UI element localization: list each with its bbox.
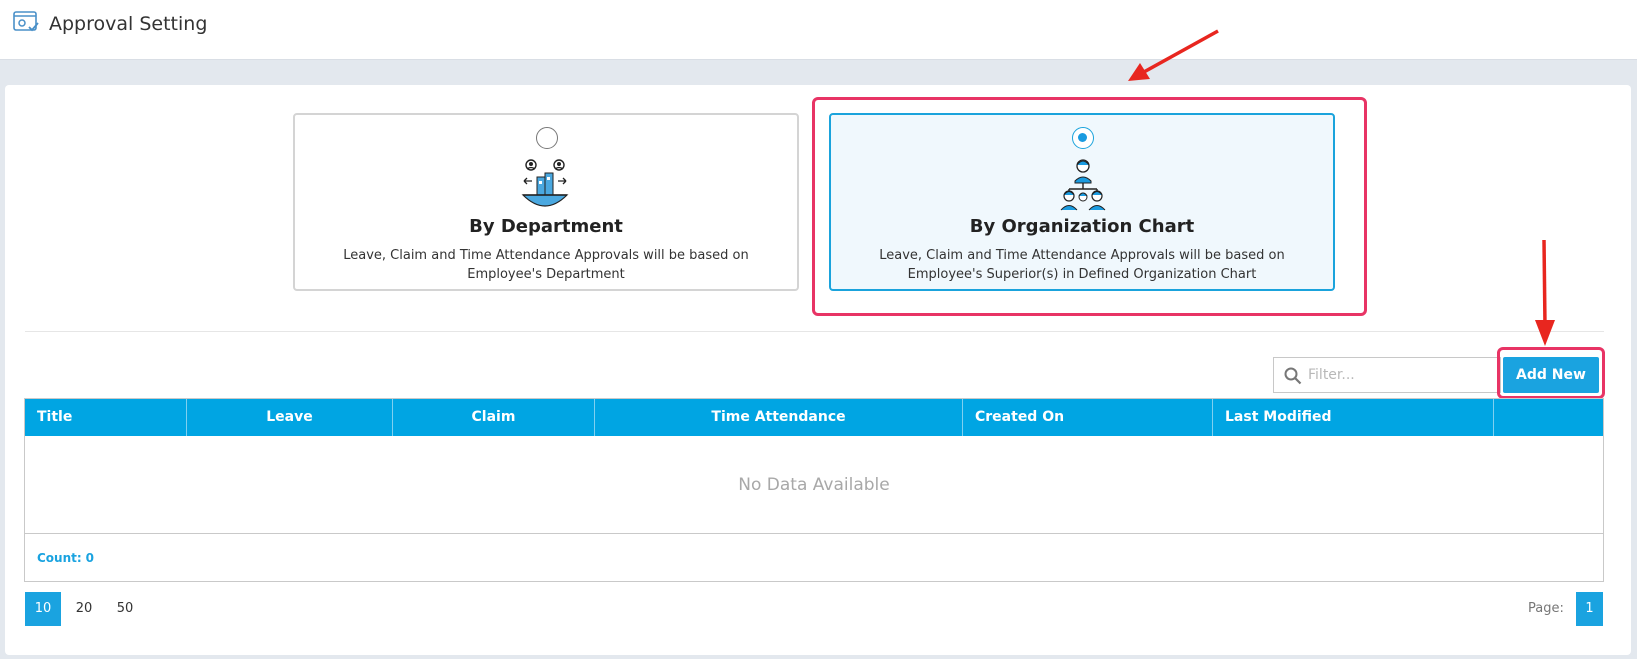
grid-header: Title Leave Claim Time Attendance Create… bbox=[25, 399, 1603, 436]
approval-grid: Title Leave Claim Time Attendance Create… bbox=[24, 398, 1604, 582]
page-label: Page: bbox=[1528, 601, 1564, 616]
option-title: By Organization Chart bbox=[969, 216, 1195, 237]
column-header-last-modified[interactable]: Last Modified bbox=[1213, 399, 1494, 436]
filter-field[interactable] bbox=[1273, 357, 1501, 393]
section-divider bbox=[25, 331, 1604, 332]
option-title: By Department bbox=[469, 216, 623, 237]
radio-by-organization-chart[interactable] bbox=[1072, 127, 1094, 149]
column-header-leave[interactable]: Leave bbox=[187, 399, 393, 436]
option-by-department[interactable]: By Department Leave, Claim and Time Atte… bbox=[293, 113, 799, 291]
column-header-actions bbox=[1494, 399, 1603, 436]
column-header-claim[interactable]: Claim bbox=[393, 399, 595, 436]
add-new-button[interactable]: Add New bbox=[1503, 357, 1599, 393]
page-size-50[interactable]: 50 bbox=[107, 592, 143, 626]
page-size-20[interactable]: 20 bbox=[66, 592, 102, 626]
filter-input[interactable] bbox=[1308, 364, 1488, 386]
record-count: Count: 0 bbox=[37, 551, 94, 565]
count-value: 0 bbox=[85, 551, 95, 565]
radio-by-department[interactable] bbox=[536, 127, 558, 149]
search-icon bbox=[1284, 367, 1302, 385]
page-title: Approval Setting bbox=[49, 13, 208, 35]
org-chart-icon bbox=[1060, 159, 1106, 211]
count-label: Count: bbox=[37, 551, 82, 565]
option-description: Leave, Claim and Time Attendance Approva… bbox=[343, 248, 749, 282]
page-number-button[interactable]: 1 bbox=[1576, 592, 1603, 626]
page-size-10[interactable]: 10 bbox=[25, 592, 61, 626]
column-header-created-on[interactable]: Created On bbox=[963, 399, 1213, 436]
department-people-icon bbox=[521, 159, 569, 207]
settings-window-icon bbox=[13, 11, 39, 32]
option-by-organization-chart[interactable]: By Organization Chart Leave, Claim and T… bbox=[829, 113, 1335, 291]
top-bar: Approval Setting bbox=[0, 0, 1637, 60]
empty-state-text: No Data Available bbox=[25, 436, 1603, 534]
option-description: Leave, Claim and Time Attendance Approva… bbox=[879, 248, 1285, 282]
column-header-title[interactable]: Title bbox=[25, 399, 187, 436]
column-header-time-attendance[interactable]: Time Attendance bbox=[595, 399, 963, 436]
